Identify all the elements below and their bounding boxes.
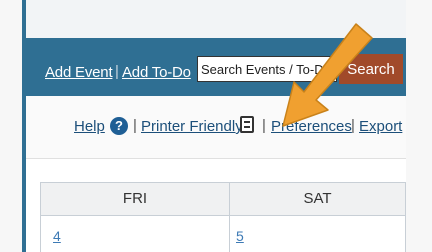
calendar-day-link[interactable]: 4 bbox=[53, 228, 61, 244]
nav-separator: | bbox=[115, 63, 119, 80]
calendar-day-link[interactable]: 5 bbox=[236, 228, 244, 244]
export-link[interactable]: Export bbox=[359, 118, 402, 135]
question-circle-icon[interactable]: ? bbox=[110, 117, 128, 135]
printer-friendly-link[interactable]: Printer Friendly bbox=[141, 118, 243, 135]
add-todo-link[interactable]: Add To-Do bbox=[122, 64, 191, 81]
calendar-day-cell[interactable] bbox=[40, 216, 230, 252]
calendar-day-cell[interactable] bbox=[229, 216, 406, 252]
search-input[interactable] bbox=[197, 56, 337, 82]
toolbar-separator: | bbox=[262, 117, 266, 134]
toolbar-separator: | bbox=[133, 117, 137, 134]
preferences-link[interactable]: Preferences bbox=[271, 118, 352, 135]
calendar-column-header: SAT bbox=[229, 182, 406, 216]
help-link[interactable]: Help bbox=[74, 118, 105, 135]
add-event-link[interactable]: Add Event bbox=[45, 64, 113, 81]
search-button[interactable]: Search bbox=[339, 54, 403, 84]
calendar-column-header: FRI bbox=[40, 182, 230, 216]
top-strip bbox=[26, 0, 406, 38]
toolbar-separator: | bbox=[351, 117, 355, 134]
printer-icon[interactable] bbox=[240, 116, 254, 133]
